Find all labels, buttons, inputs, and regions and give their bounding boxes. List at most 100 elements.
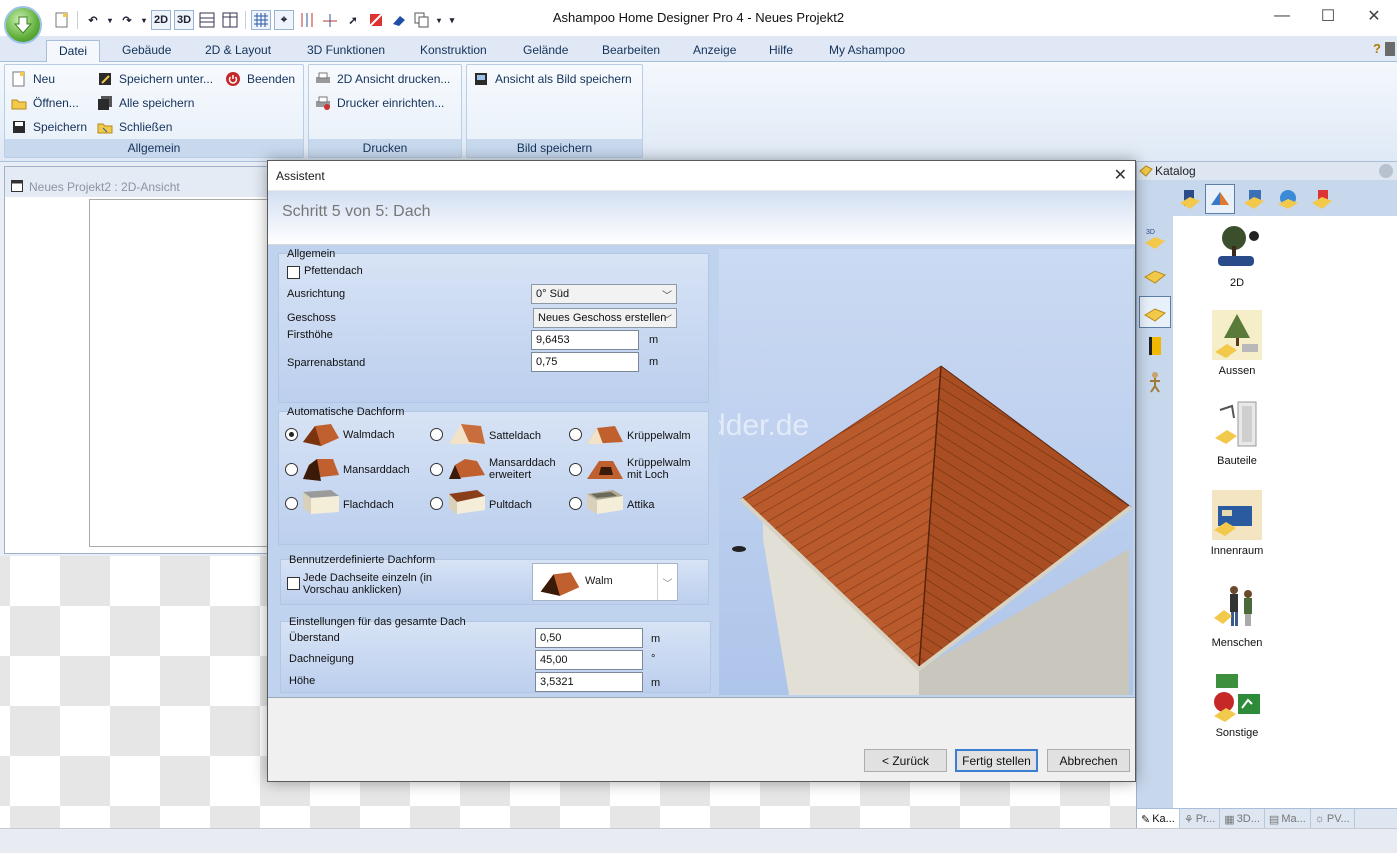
tab-2d-layout[interactable]: 2D & Layout xyxy=(193,40,283,62)
catalog-entry-sonstige[interactable]: Sonstige xyxy=(1197,672,1277,739)
radio-krueppelwalm[interactable] xyxy=(569,428,582,441)
customize-qat-icon[interactable]: ▾ xyxy=(446,10,458,30)
2d-ansicht-drucken-button[interactable]: 2D Ansicht drucken... xyxy=(315,69,450,89)
catalog-tab-projekt[interactable]: ⚘ Pr... xyxy=(1180,809,1221,829)
radio-walmdach[interactable] xyxy=(285,428,298,441)
tab-bearbeiten[interactable]: Bearbeiten xyxy=(590,40,672,62)
catalog-side-folder-icon[interactable] xyxy=(1139,258,1171,290)
catalog-tab-material[interactable]: ▤ Ma... xyxy=(1265,809,1311,829)
split-vertical-icon[interactable] xyxy=(220,10,240,30)
radio-mansarddach[interactable] xyxy=(285,463,298,476)
radio-pultdach[interactable] xyxy=(430,497,443,510)
catalog-tab-3d[interactable]: ▦ 3D... xyxy=(1220,809,1265,829)
catalog-special-icon[interactable] xyxy=(1307,184,1337,214)
catalog-side-3d-icon[interactable]: 3D xyxy=(1139,222,1171,254)
custom-roof-select[interactable]: Walm ﹀ xyxy=(532,563,678,601)
sparrenabstand-input[interactable] xyxy=(531,352,639,372)
radio-mansarddach-erweitert[interactable] xyxy=(430,463,443,476)
catalog-side-person-icon[interactable] xyxy=(1139,366,1171,398)
dimension-icon[interactable] xyxy=(320,10,340,30)
pfettendach-checkbox[interactable] xyxy=(287,266,300,279)
catalog-entry-menschen[interactable]: Menschen xyxy=(1197,582,1277,649)
tab-hilfe[interactable]: Hilfe xyxy=(757,40,805,62)
pin-icon[interactable] xyxy=(1379,164,1393,178)
tab-gebaeude[interactable]: Gebäude xyxy=(110,40,183,62)
document-icon: ▤ xyxy=(1268,813,1280,826)
catalog-entry-innenraum[interactable]: Innenraum xyxy=(1197,490,1277,557)
copy-icon[interactable] xyxy=(412,10,432,30)
radio-krueppelwalm-mit-loch[interactable] xyxy=(569,463,582,476)
close-button[interactable]: ✕ xyxy=(1351,0,1397,32)
tab-anzeige[interactable]: Anzeige xyxy=(681,40,748,62)
help-icon[interactable]: ? xyxy=(1373,41,1381,56)
ribbon-group-allgemein: Neu Öffnen... Speichern Speichern unter.… xyxy=(4,64,304,158)
tab-3d-funktionen[interactable]: 3D Funktionen xyxy=(295,40,397,62)
catalog-entry-bauteile[interactable]: Bauteile xyxy=(1197,400,1277,467)
app-menu-button[interactable] xyxy=(4,6,42,44)
catalog-globe-icon[interactable] xyxy=(1273,184,1303,214)
dropdown-icon[interactable]: ▾ xyxy=(140,10,148,30)
beenden-button[interactable]: Beenden xyxy=(225,69,295,89)
catalog-entry-2d[interactable]: 2D xyxy=(1197,222,1277,289)
speichern-unter-button[interactable]: Speichern unter... xyxy=(97,69,213,89)
firsthoehe-input[interactable] xyxy=(531,330,639,350)
dialog-close-icon[interactable]: ✕ xyxy=(1114,161,1127,191)
radio-attika[interactable] xyxy=(569,497,582,510)
geschoss-select[interactable]: Neues Geschoss erstellen ﹀ xyxy=(533,308,677,328)
tab-gelaende[interactable]: Gelände xyxy=(511,40,580,62)
schliessen-button[interactable]: Schließen xyxy=(97,117,172,137)
speichern-button[interactable]: Speichern xyxy=(11,117,87,137)
catalog-roof-icon[interactable] xyxy=(1205,184,1235,214)
redo-icon[interactable]: ↷ xyxy=(117,10,137,30)
grid-icon[interactable] xyxy=(251,10,271,30)
catalog-entry-aussen[interactable]: Aussen xyxy=(1197,310,1277,377)
dropdown-icon[interactable]: ▾ xyxy=(106,10,114,30)
catalog-door-icon[interactable] xyxy=(1175,184,1205,214)
ueberstand-input[interactable] xyxy=(535,628,643,648)
assistant-dialog: Assistent ✕ Schritt 5 von 5: Dach Allgem… xyxy=(267,160,1136,782)
view-3d-button[interactable]: 3D xyxy=(174,10,194,30)
hoehe-input[interactable] xyxy=(535,672,643,692)
cancel-button[interactable]: Abbrechen xyxy=(1047,749,1130,772)
catalog-material-icon[interactable] xyxy=(1239,184,1269,214)
finish-button[interactable]: Fertig stellen xyxy=(955,749,1038,772)
oeffnen-button[interactable]: Öffnen... xyxy=(11,93,79,113)
measure-icon[interactable] xyxy=(366,10,386,30)
catalog-tab-pv[interactable]: ☼ PV... xyxy=(1311,809,1355,829)
jede-dachseite-checkbox[interactable] xyxy=(287,577,300,590)
back-button[interactable]: < Zurück xyxy=(864,749,947,772)
radio-flachdach[interactable] xyxy=(285,497,298,510)
view-2d-button[interactable]: 2D xyxy=(151,10,171,30)
step-title: Schritt 5 von 5: Dach xyxy=(282,203,431,220)
split-horizontal-icon[interactable] xyxy=(197,10,217,30)
guides-icon[interactable] xyxy=(297,10,317,30)
tab-konstruktion[interactable]: Konstruktion xyxy=(408,40,499,62)
maximize-button[interactable]: ☐ xyxy=(1305,0,1351,32)
dialog-title-bar: Assistent ✕ xyxy=(268,161,1135,191)
alle-speichern-button[interactable]: Alle speichern xyxy=(97,93,194,113)
dropdown-icon[interactable]: ▾ xyxy=(435,10,443,30)
ausrichtung-select[interactable]: 0° Süd ﹀ xyxy=(531,284,677,304)
select-arrow-icon[interactable]: ➚ xyxy=(343,10,363,30)
tab-my-ashampoo[interactable]: My Ashampoo xyxy=(817,40,917,62)
eraser-icon[interactable] xyxy=(389,10,409,30)
neu-button[interactable]: Neu xyxy=(11,69,55,89)
attika-icon xyxy=(587,490,623,514)
catalog-tab-katalog[interactable]: ✎ Ka... xyxy=(1137,809,1180,829)
ansicht-als-bild-speichern-button[interactable]: Ansicht als Bild speichern xyxy=(473,69,632,89)
mansarddach-label: Mansarddach xyxy=(343,464,410,476)
tab-datei[interactable]: Datei xyxy=(46,40,101,62)
catalog-side-book-icon[interactable] xyxy=(1139,330,1171,362)
roof-preview-3d[interactable]: Deskmodder.de xyxy=(719,249,1133,695)
dachneigung-input[interactable] xyxy=(535,650,643,670)
ribbon-scrollbar[interactable] xyxy=(1385,42,1395,56)
minimize-button[interactable]: — xyxy=(1259,0,1305,32)
drawing-canvas[interactable] xyxy=(89,199,269,547)
undo-icon[interactable]: ↶ xyxy=(83,10,103,30)
printer-icon xyxy=(315,71,331,87)
catalog-side-active-icon[interactable] xyxy=(1139,296,1171,328)
new-file-icon[interactable] xyxy=(52,10,72,30)
drucker-einrichten-button[interactable]: Drucker einrichten... xyxy=(315,93,444,113)
radio-satteldach[interactable] xyxy=(430,428,443,441)
snap-cursor-icon[interactable]: ⌖ xyxy=(274,10,294,30)
